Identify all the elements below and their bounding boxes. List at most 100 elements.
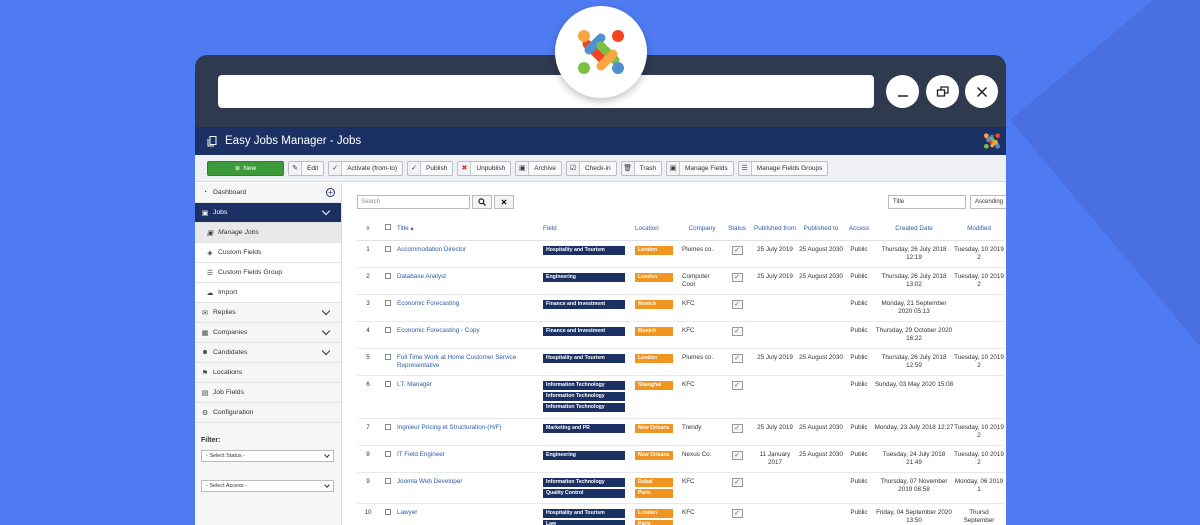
sort-field-select[interactable]: Title	[888, 195, 966, 209]
sidebar-item-candidates[interactable]: ☻ Candidates	[195, 343, 341, 363]
sidebar-item-custom-fields[interactable]: ◈ Custom Fields	[195, 243, 341, 263]
list-icon: ☰	[206, 269, 214, 277]
row-checkbox[interactable]	[385, 423, 391, 430]
row-select[interactable]	[379, 267, 397, 295]
col-created[interactable]: Created Date	[874, 218, 954, 241]
publish-button[interactable]: ✓ Publish	[407, 160, 454, 176]
row-created: Thursday, 07 November 2019 08:58	[874, 472, 954, 504]
field-badge: Law	[543, 519, 625, 525]
row-select[interactable]	[379, 472, 397, 504]
sort-direction-select[interactable]: Ascending	[970, 195, 1006, 209]
col-field[interactable]: Field	[543, 218, 635, 241]
select-all-checkbox[interactable]	[385, 224, 391, 231]
job-title-link[interactable]: IT Field Engineer	[397, 451, 445, 458]
col-published-from[interactable]: Published from	[752, 218, 798, 241]
row-select[interactable]	[379, 503, 397, 525]
published-toggle[interactable]: ✓	[731, 326, 743, 336]
col-location[interactable]: Location	[635, 218, 682, 241]
job-title-link[interactable]: Economic Forecasting	[397, 300, 459, 307]
row-checkbox[interactable]	[385, 450, 391, 457]
sidebar-item-jobs[interactable]: ▣ Jobs	[195, 203, 341, 223]
minimize-button[interactable]	[886, 75, 919, 108]
row-checkbox[interactable]	[385, 272, 391, 279]
address-bar[interactable]	[218, 75, 874, 108]
col-modified[interactable]: Modified	[954, 218, 1004, 241]
sidebar-item-dashboard[interactable]: ◔ Dashboard +	[195, 183, 341, 203]
job-title-link[interactable]: Accommodation Director	[397, 246, 466, 253]
row-checkbox[interactable]	[385, 353, 391, 360]
col-status[interactable]: Status	[722, 218, 752, 241]
checkin-button[interactable]: ☑ Check-in	[565, 160, 617, 176]
col-title[interactable]: Title ▴	[397, 218, 543, 241]
search-input[interactable]: Search	[357, 195, 470, 209]
activate-button[interactable]: ✓ Activate (from-to)	[328, 160, 404, 176]
published-toggle[interactable]: ✓	[731, 272, 743, 282]
new-button[interactable]: ⊕ New	[207, 160, 284, 176]
sidebar-item-locations[interactable]: ⚑ Locations	[195, 363, 341, 383]
row-select[interactable]	[379, 321, 397, 349]
table-row: 9 Joomla Web Developer Information Technol…	[357, 472, 1004, 504]
row-checkbox[interactable]	[385, 326, 391, 333]
published-toggle[interactable]: ✓	[731, 450, 743, 460]
row-select[interactable]	[379, 294, 397, 322]
row-published-to: 25 August 2030	[798, 418, 844, 446]
row-select[interactable]	[379, 445, 397, 473]
row-checkbox[interactable]	[385, 477, 391, 484]
published-toggle[interactable]: ✓	[731, 477, 743, 487]
check-icon: ✓	[734, 354, 740, 362]
job-title-link[interactable]: Economic Forecasting - Copy	[397, 327, 480, 334]
status-select[interactable]: - Select Status -	[201, 450, 334, 462]
restore-button[interactable]	[926, 75, 959, 108]
job-title-link[interactable]: Database Analyst	[397, 273, 446, 280]
published-toggle[interactable]: ✓	[731, 353, 743, 363]
close-button[interactable]	[965, 75, 998, 108]
row-select[interactable]	[379, 375, 397, 419]
row-field-cell: Hospitality and Tourism	[543, 240, 635, 268]
sidebar-item-custom-fields-group[interactable]: ☰ Custom Fields Group	[195, 263, 341, 283]
row-checkbox[interactable]	[385, 508, 391, 515]
table-row: 2 Database Analyst Engineering London Comput…	[357, 267, 1004, 295]
row-select[interactable]	[379, 348, 397, 376]
published-toggle[interactable]: ✓	[731, 245, 743, 255]
job-title-link[interactable]: Ingnieur Pricing et Structuration-(H/F)	[397, 424, 502, 431]
access-select[interactable]: - Select Access -	[201, 480, 334, 492]
dashboard-icon: ◔	[202, 189, 208, 196]
published-toggle[interactable]: ✓	[731, 423, 743, 433]
row-modified: Tuesday, 10 2019 2	[954, 240, 1004, 268]
row-checkbox[interactable]	[385, 245, 391, 252]
row-select[interactable]	[379, 418, 397, 446]
col-published-to[interactable]: Published to	[798, 218, 844, 241]
close-icon: ✕	[500, 197, 508, 207]
page-title: Easy Jobs Manager - Jobs	[225, 135, 362, 147]
sidebar-item-import[interactable]: ☁ Import	[195, 283, 341, 303]
published-toggle[interactable]: ✓	[731, 380, 743, 390]
sidebar-item-replies[interactable]: ✉ Replies	[195, 303, 341, 323]
sidebar-item-configuration[interactable]: ⚙ Configuration	[195, 403, 341, 423]
row-checkbox[interactable]	[385, 380, 391, 387]
sidebar-item-companies[interactable]: ▦ Companies	[195, 323, 341, 343]
unpublish-button[interactable]: ✖ Unpublish	[457, 160, 512, 176]
col-select-all[interactable]	[379, 218, 397, 241]
manage-fields-groups-button[interactable]: ☰ Manage Fields Groups	[737, 160, 829, 176]
archive-button[interactable]: ▣ Archive	[515, 160, 562, 176]
trash-button[interactable]: 🗑 Trash	[620, 160, 663, 176]
row-checkbox[interactable]	[385, 299, 391, 306]
row-select[interactable]	[379, 240, 397, 268]
search-button[interactable]	[472, 195, 492, 209]
job-title-link[interactable]: Joomla Web Developer	[397, 478, 462, 485]
location-badge: London	[635, 508, 673, 518]
manage-fields-button[interactable]: ▣ Manage Fields	[666, 160, 734, 176]
clear-search-button[interactable]: ✕	[494, 195, 514, 209]
job-title-link[interactable]: I.T. Manager	[397, 381, 432, 388]
job-title-link[interactable]: Lawyer	[397, 509, 417, 516]
edit-button[interactable]: ✎ Edit	[288, 160, 325, 176]
published-toggle[interactable]: ✓	[731, 508, 743, 518]
published-toggle[interactable]: ✓	[731, 299, 743, 309]
add-circle-icon[interactable]: +	[326, 188, 335, 197]
col-access[interactable]: Access	[844, 218, 874, 241]
sidebar-item-manage-jobs[interactable]: ▣ Manage Jobs	[195, 223, 341, 243]
sidebar-item-job-fields[interactable]: ▤ Job Fields	[195, 383, 341, 403]
field-badge: Hospitality and Tourism	[543, 353, 625, 363]
job-title-link[interactable]: Full Time Work at Home Customer Service …	[397, 354, 516, 369]
col-company[interactable]: Company	[682, 218, 722, 241]
